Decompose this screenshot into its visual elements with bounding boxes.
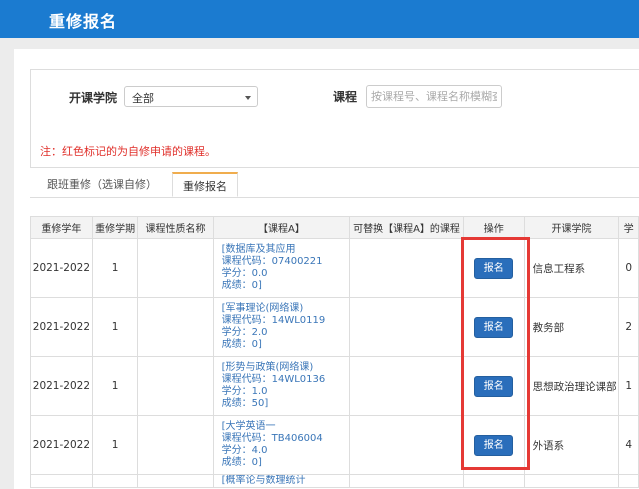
course-name: [军事理论(网络课) (221, 303, 304, 314)
cell-college: 思想政治理论课部 (523, 356, 620, 416)
course-name: [形势与政策(网络课) (221, 362, 314, 373)
cell-action: 报名 (462, 297, 525, 357)
table-header-row: 重修学年 重修学期 课程性质名称 【课程A】 可替换【课程A】的课程 操作 开课… (30, 216, 639, 239)
top-header-bar: 重修报名 (0, 0, 639, 38)
cell-college: 外语系 (523, 415, 620, 475)
register-button[interactable]: 报名 (474, 375, 514, 397)
retake-course-table: 重修学年 重修学期 课程性质名称 【课程A】 可替换【课程A】的课程 操作 开课… (30, 216, 639, 488)
course-filter-label: 课程 (333, 90, 358, 104)
table-row: 2021-2022 1 [数据库及其应用 课程代码：07400221 学分：0.… (30, 238, 639, 298)
cell-course-type (137, 356, 214, 416)
cell-college: 信息工程系 (523, 238, 620, 298)
register-button[interactable]: 报名 (474, 316, 514, 338)
cell-term: 1 (91, 238, 139, 298)
college-select[interactable]: 全部 (124, 86, 258, 107)
cell-college: 教务部 (523, 297, 620, 357)
course-grade: 成绩：50] (221, 398, 269, 409)
col-header-year: 重修学年 (30, 216, 93, 239)
cell-action: 报名 (462, 356, 525, 416)
course-search-field[interactable] (366, 85, 502, 108)
cell-term (91, 474, 139, 488)
course-code: 课程代码：TB406004 (221, 433, 323, 444)
course-name: [大学英语一 (221, 421, 276, 432)
cell-replacement (349, 474, 464, 488)
cell-action: 报名 (462, 238, 525, 298)
cell-course-a: [数据库及其应用 课程代码：07400221 学分：0.0 成绩：0] (212, 238, 351, 298)
cell-course-type (137, 238, 214, 298)
course-name: [数据库及其应用 (221, 244, 296, 255)
chevron-down-icon (245, 96, 251, 100)
cell-term: 1 (91, 415, 139, 475)
red-mark-note: 注：红色标记的为自修申请的课程。 (40, 145, 216, 158)
tab-retake-registration[interactable]: 重修报名 (172, 172, 238, 197)
course-search-input[interactable] (367, 86, 501, 107)
course-grade: 成绩：0] (221, 457, 262, 468)
course-credit: 学分：0.0 (221, 268, 268, 279)
cell-credit (618, 474, 639, 488)
col-header-credit: 学 (618, 216, 639, 239)
course-grade: 成绩：0] (221, 280, 262, 291)
cell-year: 2021-2022 (30, 415, 93, 475)
cell-year: 2021-2022 (30, 297, 93, 357)
cell-course-a: [大学英语一 课程代码：TB406004 学分：4.0 成绩：0] (212, 415, 351, 475)
col-header-replacement: 可替换【课程A】的课程 (349, 216, 464, 239)
cell-college (523, 474, 620, 488)
cell-course-type (137, 297, 214, 357)
cell-course-type (137, 474, 214, 488)
cell-replacement (349, 238, 464, 298)
cell-action: 报名 (462, 415, 525, 475)
cell-action (462, 474, 525, 488)
col-header-action: 操作 (462, 216, 525, 239)
register-button[interactable]: 报名 (474, 257, 514, 279)
course-credit: 学分：2.0 (221, 327, 268, 338)
col-header-course-type: 课程性质名称 (137, 216, 214, 239)
cell-credit: 1 (618, 356, 639, 416)
cell-course-a: [概率论与数理统计 (212, 474, 351, 488)
table-row: 2021-2022 1 [大学英语一 课程代码：TB406004 学分：4.0 … (30, 415, 639, 475)
college-filter-label: 开课学院 (69, 91, 118, 105)
cell-year: 2021-2022 (30, 356, 93, 416)
cell-course-a: [军事理论(网络课) 课程代码：14WL0119 学分：2.0 成绩：0] (212, 297, 351, 357)
table-row-partial: [概率论与数理统计 (30, 474, 639, 488)
col-header-course-a: 【课程A】 (212, 216, 351, 239)
tabs-divider (30, 197, 639, 198)
cell-course-a: [形势与政策(网络课) 课程代码：14WL0136 学分：1.0 成绩：50] (212, 356, 351, 416)
cell-year: 2021-2022 (30, 238, 93, 298)
cell-year (30, 474, 93, 488)
cell-replacement (349, 415, 464, 475)
page-title: 重修报名 (49, 12, 118, 31)
course-code: 课程代码：14WL0119 (221, 315, 326, 326)
cell-course-type (137, 415, 214, 475)
cell-credit: 2 (618, 297, 639, 357)
register-button[interactable]: 报名 (474, 434, 514, 456)
cell-credit: 0 (618, 238, 639, 298)
college-select-value: 全部 (132, 92, 154, 105)
col-header-term: 重修学期 (91, 216, 139, 239)
course-grade: 成绩：0] (221, 339, 262, 350)
cell-term: 1 (91, 297, 139, 357)
cell-term: 1 (91, 356, 139, 416)
cell-credit: 4 (618, 415, 639, 475)
table-row: 2021-2022 1 [军事理论(网络课) 课程代码：14WL0119 学分：… (30, 297, 639, 357)
col-header-college: 开课学院 (523, 216, 620, 239)
course-code: 课程代码：07400221 (221, 256, 323, 267)
table-row: 2021-2022 1 [形势与政策(网络课) 课程代码：14WL0136 学分… (30, 356, 639, 416)
course-code: 课程代码：14WL0136 (221, 374, 326, 385)
course-credit: 学分：4.0 (221, 445, 268, 456)
course-credit: 学分：1.0 (221, 386, 268, 397)
cell-replacement (349, 356, 464, 416)
cell-replacement (349, 297, 464, 357)
tab-follow-class-retake[interactable]: 跟班重修（选课自修） (40, 172, 164, 197)
